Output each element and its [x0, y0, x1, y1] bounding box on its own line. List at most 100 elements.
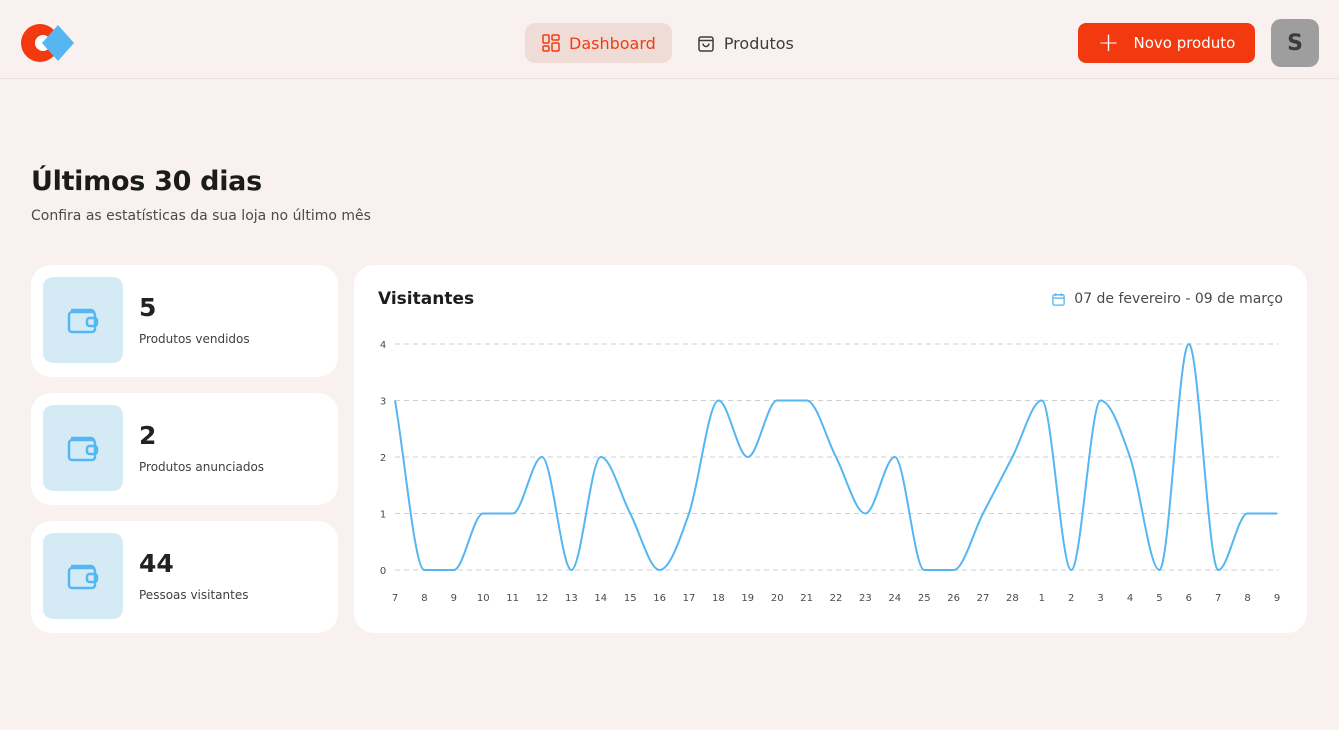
stat-card-sold: 5 Produtos vendidos	[31, 265, 338, 377]
data-point[interactable]	[1215, 567, 1221, 573]
data-point[interactable]	[539, 454, 545, 460]
x-tick-label: 4	[1127, 593, 1133, 604]
data-point[interactable]	[451, 567, 457, 573]
stat-card-visitors: 44 Pessoas visitantes	[31, 521, 338, 633]
nav-produtos[interactable]: Produtos	[680, 23, 810, 63]
x-tick-label: 7	[1215, 593, 1221, 604]
x-tick-label: 13	[565, 593, 578, 604]
data-point[interactable]	[480, 511, 486, 517]
nav-dashboard-label: Dashboard	[569, 33, 656, 53]
data-point[interactable]	[833, 454, 839, 460]
y-tick-label: 1	[380, 510, 386, 521]
page-subtitle: Confira as estatísticas da sua loja no ú…	[31, 208, 371, 224]
data-point[interactable]	[1186, 341, 1192, 347]
stat-value: 5	[139, 293, 157, 322]
stat-label: Pessoas visitantes	[139, 588, 249, 602]
stat-icon-box	[43, 533, 123, 619]
x-tick-label: 20	[771, 593, 784, 604]
x-tick-label: 3	[1097, 593, 1103, 604]
data-point[interactable]	[1098, 398, 1104, 404]
stat-icon-box	[43, 277, 123, 363]
x-tick-label: 27	[977, 593, 990, 604]
x-tick-label: 26	[947, 593, 960, 604]
avatar-initial: S	[1287, 30, 1303, 56]
data-point[interactable]	[510, 511, 516, 517]
visitors-chart-card: 0 1 2 3 4 7 8 9 10 11 12 13 14 15 16 17 18 19 20 21 22 23 24 25…	[354, 265, 1307, 633]
visitors-chart: 012347 8 9 10 11 12 13 14 15 16 17 18 19 20 21 22 23 24 25…	[380, 340, 1280, 604]
x-tick-label: 19	[741, 593, 754, 604]
data-point[interactable]	[686, 511, 692, 517]
data-point[interactable]	[804, 398, 810, 404]
calendar-icon	[1052, 292, 1066, 306]
brand-logo[interactable]	[20, 22, 76, 64]
x-tick-label: 23	[859, 593, 872, 604]
x-tick-label: 5	[1156, 593, 1162, 604]
page-title: Últimos 30 dias	[31, 166, 262, 197]
data-point[interactable]	[657, 567, 663, 573]
data-point[interactable]	[421, 567, 427, 573]
wallet-icon	[67, 436, 99, 462]
stat-value: 2	[139, 421, 157, 450]
data-point[interactable]	[745, 454, 751, 460]
data-point[interactable]	[568, 567, 574, 573]
stat-icon-box	[43, 405, 123, 491]
data-point[interactable]	[1068, 567, 1074, 573]
x-tick-label: 15	[624, 593, 637, 604]
x-tick-label: 9	[451, 593, 457, 604]
x-tick-label: 24	[888, 593, 901, 604]
data-point[interactable]	[1039, 398, 1045, 404]
y-tick-label: 2	[380, 453, 386, 464]
x-tick-label: 14	[594, 593, 607, 604]
x-tick-label: 7	[392, 593, 398, 604]
data-point[interactable]	[598, 454, 604, 460]
top-bar: Dashboard Produtos + Novo produto S	[0, 0, 1339, 79]
data-point[interactable]	[1127, 454, 1133, 460]
dashboard-icon	[542, 34, 560, 52]
stat-card-listed: 2 Produtos anunciados	[31, 393, 338, 505]
shopping-bag-icon	[698, 36, 714, 52]
x-tick-label: 16	[653, 593, 666, 604]
wallet-icon	[67, 564, 99, 590]
data-point[interactable]	[715, 398, 721, 404]
data-point[interactable]	[980, 511, 986, 517]
x-tick-label: 2	[1068, 593, 1074, 604]
x-tick-label: 28	[1006, 593, 1019, 604]
main-nav: Dashboard Produtos	[525, 23, 810, 63]
y-tick-label: 0	[380, 566, 386, 577]
data-point[interactable]	[921, 567, 927, 573]
data-point[interactable]	[951, 567, 957, 573]
y-tick-label: 4	[380, 340, 386, 351]
stat-value: 44	[139, 549, 174, 578]
new-product-button[interactable]: + Novo produto	[1078, 23, 1255, 63]
avatar[interactable]: S	[1271, 19, 1319, 67]
date-range-picker[interactable]: 07 de fevereiro - 09 de março	[1051, 291, 1283, 307]
data-point[interactable]	[862, 511, 868, 517]
date-range-label: 07 de fevereiro - 09 de março	[1074, 291, 1283, 307]
nav-produtos-label: Produtos	[723, 33, 794, 53]
stat-label: Produtos vendidos	[139, 332, 250, 346]
nav-dashboard[interactable]: Dashboard	[525, 23, 672, 63]
y-tick-label: 3	[380, 397, 386, 408]
new-product-label: Novo produto	[1133, 34, 1236, 52]
x-tick-label: 17	[683, 593, 696, 604]
x-tick-label: 6	[1186, 593, 1192, 604]
data-point[interactable]	[1245, 511, 1251, 517]
x-tick-label: 8	[421, 593, 427, 604]
x-tick-label: 8	[1244, 593, 1250, 604]
data-point[interactable]	[892, 454, 898, 460]
data-point[interactable]	[1274, 511, 1280, 517]
x-tick-label: 11	[506, 593, 519, 604]
data-point[interactable]	[392, 398, 398, 404]
x-tick-label: 21	[800, 593, 813, 604]
chart-title: Visitantes	[378, 289, 475, 309]
data-point[interactable]	[1009, 454, 1015, 460]
x-tick-label: 18	[712, 593, 725, 604]
stat-label: Produtos anunciados	[139, 460, 265, 474]
x-tick-label: 9	[1274, 593, 1280, 604]
data-point[interactable]	[1156, 567, 1162, 573]
plus-icon: +	[1097, 28, 1120, 58]
data-point[interactable]	[627, 511, 633, 517]
x-tick-label: 1	[1039, 593, 1045, 604]
x-tick-label: 12	[536, 593, 549, 604]
data-point[interactable]	[774, 398, 780, 404]
